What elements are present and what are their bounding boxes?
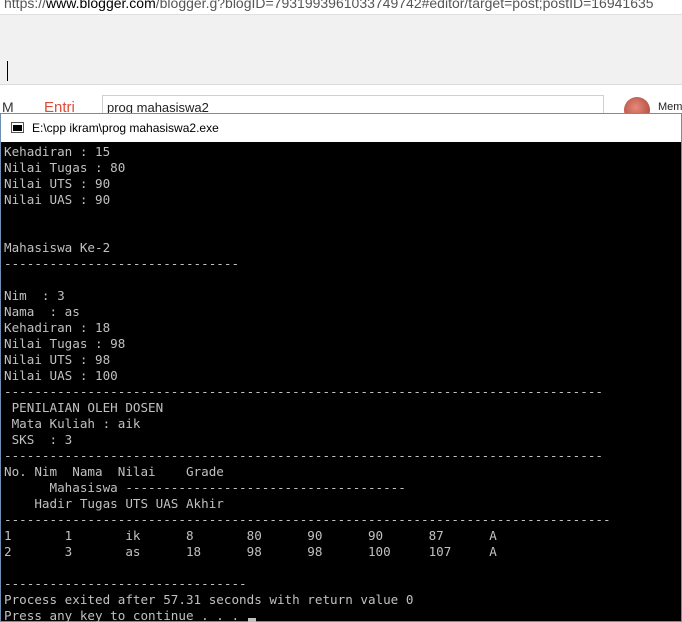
console-titlebar[interactable]: E:\cpp ikram\prog mahasiswa2.exe <box>1 114 681 142</box>
post-editor-area[interactable] <box>0 14 682 85</box>
blogger-toolbar: M Entri prog mahasiswa2 Mem <box>0 84 682 115</box>
post-title-input[interactable]: prog mahasiswa2 <box>102 95 604 115</box>
console-title: E:\cpp ikram\prog mahasiswa2.exe <box>32 121 219 135</box>
url-rest: /blogger.g?blogID=7931993961033749742#ed… <box>155 0 654 11</box>
browser-address-bar[interactable]: https://www.blogger.com/blogger.g?blogID… <box>0 0 682 14</box>
console-cursor <box>247 618 256 622</box>
console-output-text: Kehadiran : 15 Nilai Tugas : 80 Nilai UT… <box>4 144 611 622</box>
member-label[interactable]: Mem <box>658 101 682 113</box>
url-domain: www.blogger.com <box>46 0 156 11</box>
console-app-icon[interactable] <box>11 122 24 133</box>
url-text: https://www.blogger.com/blogger.g?blogID… <box>4 0 654 11</box>
console-output: Kehadiran : 15 Nilai Tugas : 80 Nilai UT… <box>4 144 680 622</box>
console-body[interactable]: Kehadiran : 15 Nilai Tugas : 80 Nilai UT… <box>4 144 680 622</box>
console-window[interactable]: E:\cpp ikram\prog mahasiswa2.exe Kehadir… <box>0 113 682 622</box>
text-caret <box>7 61 8 81</box>
url-prefix: https:// <box>4 0 47 11</box>
